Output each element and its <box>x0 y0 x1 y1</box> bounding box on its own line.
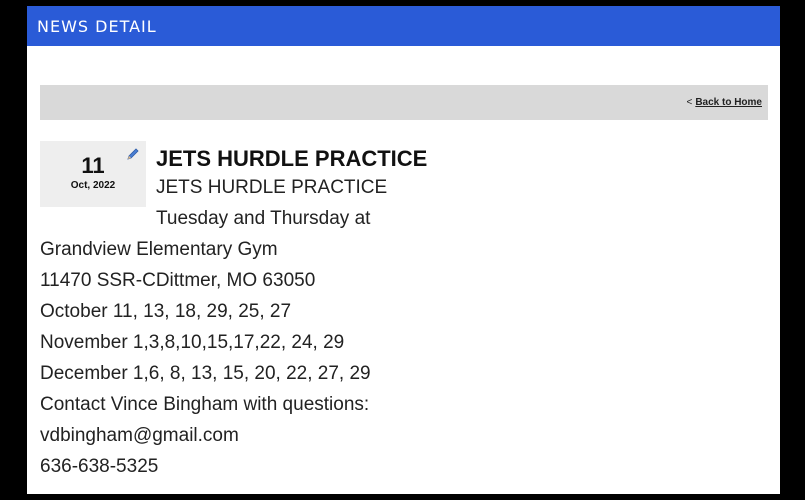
navigation-bar: < Back to Home <box>40 85 768 120</box>
article-line: 11470 SSR-CDittmer, MO 63050 <box>40 270 316 291</box>
article-title: JETS HURDLE PRACTICE <box>156 146 428 171</box>
article-line: JETS HURDLE PRACTICE <box>156 177 388 198</box>
back-prefix: < <box>686 97 693 108</box>
pencil-icon[interactable] <box>126 147 140 161</box>
article-line: December 1,6, 8, 13, 15, 20, 22, 27, 29 <box>40 363 371 384</box>
contact-phone: 636-638-5325 <box>40 456 159 477</box>
news-detail-panel: NEWS DETAIL < Back to Home 11 Oct, 2022 … <box>27 6 780 494</box>
news-article: 11 Oct, 2022 JETS HURDLE PRACTICE JETS H… <box>40 140 768 482</box>
article-line: Grandview Elementary Gym <box>40 239 278 260</box>
date-badge: 11 Oct, 2022 <box>40 141 146 207</box>
article-line: November 1,3,8,10,15,17,22, 24, 29 <box>40 332 345 353</box>
panel-title: NEWS DETAIL <box>37 16 157 36</box>
article-line: Tuesday and Thursday at <box>156 208 371 229</box>
back-to-home-link[interactable]: Back to Home <box>695 97 762 108</box>
panel-header: NEWS DETAIL <box>27 6 780 46</box>
contact-email: vdbingham@gmail.com <box>40 425 239 446</box>
article-line: Contact Vince Bingham with questions: <box>40 394 370 415</box>
date-month-year: Oct, 2022 <box>70 180 116 191</box>
article-line: October 11, 13, 18, 29, 25, 27 <box>40 301 292 322</box>
